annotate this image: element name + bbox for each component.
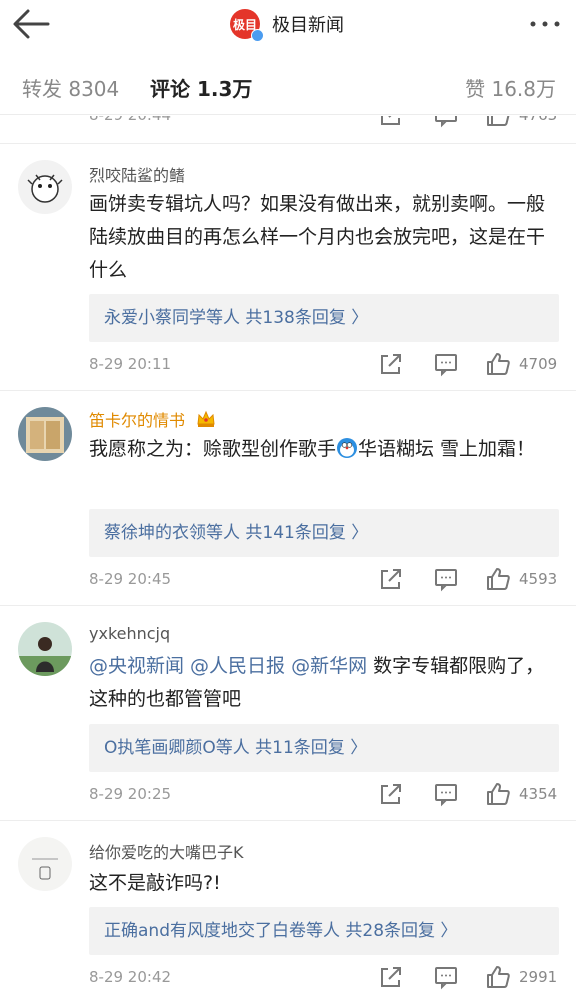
avatar[interactable]	[18, 622, 72, 676]
comment-text-part: 华语糊坛 雪上加霜！	[358, 438, 536, 460]
thumbs-up-icon[interactable]	[485, 781, 511, 807]
comment-time: 8-29 20:11	[89, 355, 172, 373]
like-count: 2991	[519, 968, 558, 986]
comment-footer: 8-29 20:42 2991	[89, 964, 559, 994]
brand[interactable]: 极目 极目新闻	[230, 8, 344, 42]
comment-time: 8-29 20:44	[89, 116, 171, 124]
comment-icon[interactable]	[433, 964, 459, 990]
reply-summary[interactable]: 永爱小蔡同学等人 共138条回复 〉	[89, 294, 559, 342]
comment-item: 烈咬陆鲨的鳍 画饼卖专辑坑人吗？如果没有做出来，就别卖啊。一般陆续放曲目的再怎么…	[0, 144, 576, 390]
comment-text: 我愿称之为：赊歌型创作歌手 华语糊坛 雪上加霜！	[89, 433, 559, 466]
mention-links[interactable]: @央视新闻 @人民日报 @新华网	[89, 655, 367, 677]
comment-text: 这不是敲诈吗?!	[89, 872, 221, 894]
reply-summary[interactable]: 蔡徐坤的衣领等人 共141条回复 〉	[89, 509, 559, 557]
username[interactable]: 给你爱吃的大嘴巴子K	[89, 839, 244, 863]
reply-summary[interactable]: 正确and有风度地交了白卷等人 共28条回复 〉	[89, 907, 559, 955]
username[interactable]: 烈咬陆鲨的鳍	[89, 162, 185, 186]
doraemon-emoji-icon	[337, 438, 358, 458]
comment-icon[interactable]	[433, 351, 459, 377]
avatar[interactable]	[18, 837, 72, 891]
thumbs-up-icon[interactable]	[485, 964, 511, 990]
comment-item: 笛卡尔的情书 我愿称之为：赊歌型创作歌手 华语糊坛 雪上加霜！ 蔡徐坤的衣领等人 …	[0, 391, 576, 605]
share-icon[interactable]	[378, 116, 404, 128]
share-icon[interactable]	[378, 351, 404, 377]
like-count: 4709	[519, 355, 558, 373]
top-bar: 极目 极目新闻	[0, 0, 576, 48]
comment-text-part: 我愿称之为：赊歌型创作歌手	[89, 438, 337, 460]
thumbs-up-icon[interactable]	[485, 116, 511, 128]
like-count: 4354	[519, 785, 558, 803]
share-icon[interactable]	[378, 566, 404, 592]
prev-comment-footer: 8-29 20:44 4763	[89, 116, 559, 132]
like-count: 4763	[519, 116, 557, 124]
avatar[interactable]	[18, 407, 72, 461]
comment-footer: 8-29 20:11 4709	[89, 351, 559, 381]
like-count: 4593	[519, 570, 558, 588]
comment-item: 给你爱吃的大嘴巴子K 这不是敲诈吗?! 正确and有风度地交了白卷等人 共28条…	[0, 821, 576, 1000]
comment-footer: 8-29 20:45 4593	[89, 566, 559, 596]
crown-icon	[197, 410, 215, 427]
username-text: 笛卡尔的情书	[89, 411, 186, 430]
username[interactable]: yxkehncjq	[89, 624, 170, 643]
comment-footer: 8-29 20:25 4354	[89, 781, 559, 811]
comment-icon[interactable]	[433, 566, 459, 592]
verified-badge-icon	[251, 29, 264, 42]
comment-time: 8-29 20:25	[89, 785, 172, 803]
tab-like[interactable]: 赞 16.8万	[465, 73, 556, 102]
share-icon[interactable]	[378, 964, 404, 990]
comment-icon[interactable]	[433, 116, 459, 128]
comment-list: 8-29 20:44 4763 烈咬陆鲨的鳍 画饼卖专辑坑人吗？如果没有做出来，…	[0, 116, 576, 1000]
comment-icon[interactable]	[433, 781, 459, 807]
tab-comment[interactable]: 评论 1.3万	[150, 73, 252, 102]
comment-text: 画饼卖专辑坑人吗？如果没有做出来，就别卖啊。一般陆续放曲目的再怎么样一个月内也会…	[89, 193, 546, 281]
tab-repost[interactable]: 转发 8304	[22, 73, 119, 102]
reply-summary[interactable]: O执笔画卿颜O等人 共11条回复 〉	[89, 724, 559, 772]
more-dots-icon[interactable]	[528, 14, 562, 34]
thumbs-up-icon[interactable]	[485, 351, 511, 377]
username[interactable]: 笛卡尔的情书	[89, 407, 216, 431]
comment-time: 8-29 20:42	[89, 968, 172, 986]
comment-time: 8-29 20:45	[89, 570, 172, 588]
brand-logo: 极目	[230, 9, 264, 42]
avatar[interactable]	[18, 160, 72, 214]
comment-item: yxkehncjq @央视新闻 @人民日报 @新华网 数字专辑都限购了，这种的也…	[0, 606, 576, 820]
share-icon[interactable]	[378, 781, 404, 807]
tab-bar: 转发 8304 评论 1.3万 赞 16.8万	[0, 55, 576, 115]
back-arrow-icon[interactable]	[10, 6, 54, 42]
comment-text: @央视新闻 @人民日报 @新华网 数字专辑都限购了，这种的也都管管吧	[89, 650, 559, 716]
thumbs-up-icon[interactable]	[485, 566, 511, 592]
brand-name: 极目新闻	[272, 15, 344, 36]
